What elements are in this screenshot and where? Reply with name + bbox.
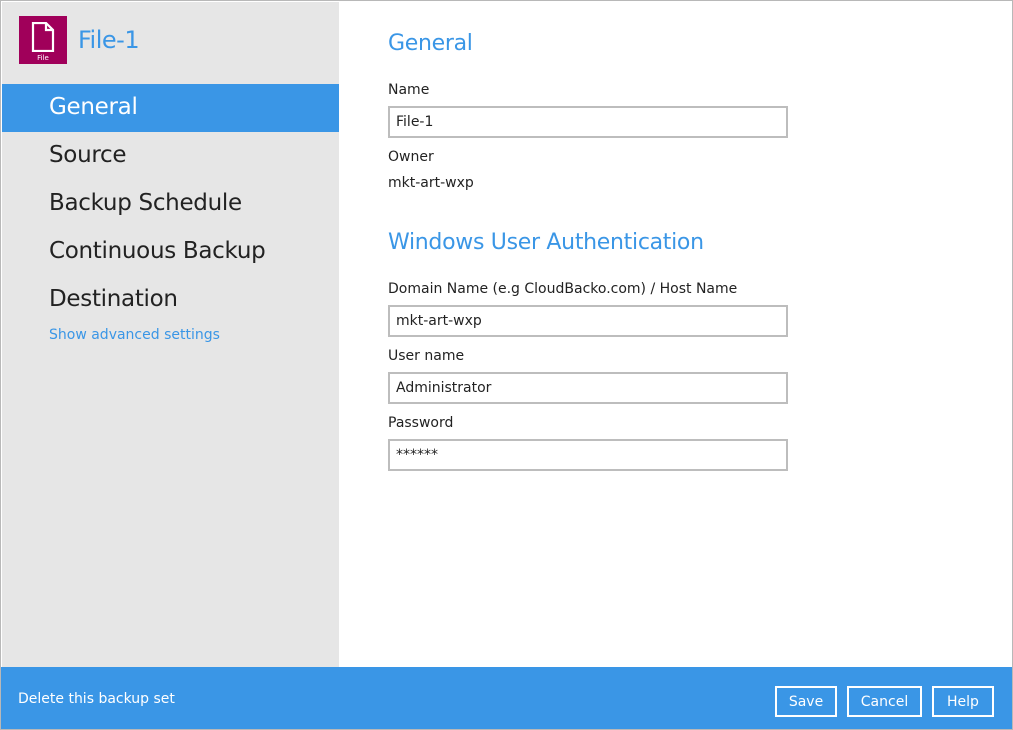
file-icon-caption: File xyxy=(37,54,49,62)
sidebar-item-destination[interactable]: Destination xyxy=(2,276,339,324)
file-icon: File xyxy=(19,16,67,64)
show-advanced-settings-link[interactable]: Show advanced settings xyxy=(49,327,220,343)
general-section-title: General xyxy=(388,31,473,56)
sidebar: File File-1 General Source Backup Schedu… xyxy=(2,2,339,667)
backup-set-settings-window: File File-1 General Source Backup Schedu… xyxy=(0,0,1013,730)
sidebar-item-source[interactable]: Source xyxy=(2,132,339,180)
app-header: File File-1 xyxy=(19,16,140,64)
sidebar-item-general[interactable]: General xyxy=(2,84,339,132)
sidebar-item-continuous-backup[interactable]: Continuous Backup xyxy=(2,228,339,276)
save-button[interactable]: Save xyxy=(775,686,837,717)
windows-auth-section-title: Windows User Authentication xyxy=(388,230,704,255)
username-label: User name xyxy=(388,348,465,364)
name-label: Name xyxy=(388,82,430,98)
owner-label: Owner xyxy=(388,149,434,165)
username-input[interactable] xyxy=(388,372,788,404)
backup-set-title: File-1 xyxy=(78,26,140,54)
domain-name-input[interactable] xyxy=(388,305,788,337)
sidebar-item-backup-schedule[interactable]: Backup Schedule xyxy=(2,180,339,228)
footer-bar: Delete this backup set Save Cancel Help xyxy=(1,667,1012,729)
cancel-button[interactable]: Cancel xyxy=(847,686,922,717)
main-panel: General Name Owner mkt-art-wxp Windows U… xyxy=(339,2,1012,667)
password-input[interactable] xyxy=(388,439,788,471)
sidebar-nav: General Source Backup Schedule Continuou… xyxy=(2,84,339,324)
delete-backup-set-link[interactable]: Delete this backup set xyxy=(18,691,175,707)
help-button[interactable]: Help xyxy=(932,686,994,717)
domain-name-label: Domain Name (e.g CloudBacko.com) / Host … xyxy=(388,281,738,297)
document-glyph-icon xyxy=(31,22,55,52)
name-input[interactable] xyxy=(388,106,788,138)
owner-value: mkt-art-wxp xyxy=(388,175,474,191)
password-label: Password xyxy=(388,415,454,431)
